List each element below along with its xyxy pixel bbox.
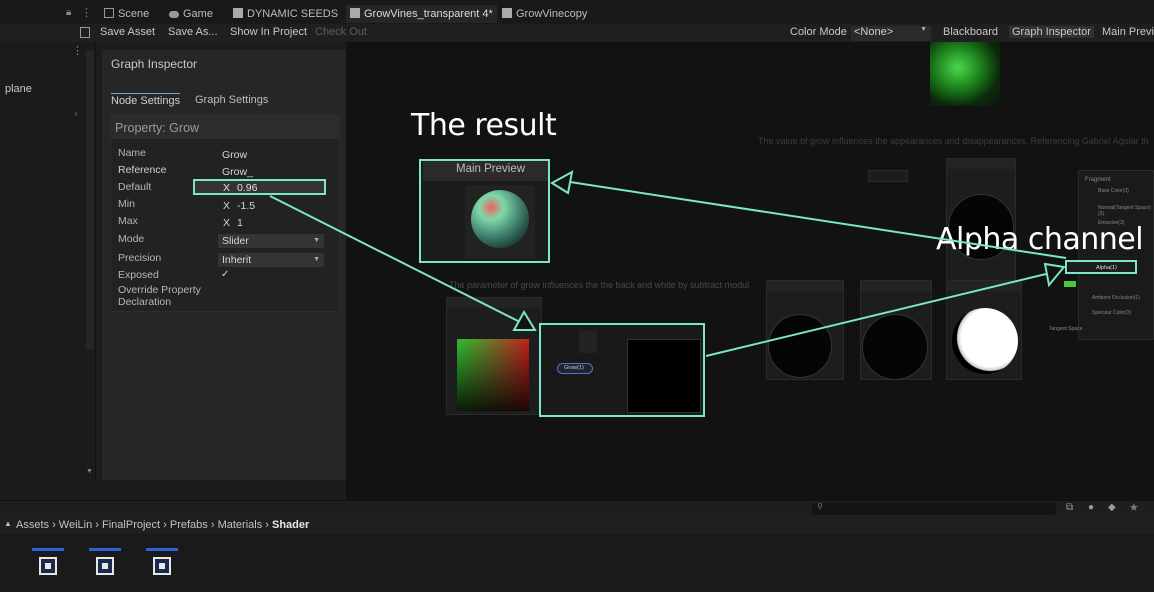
breadcrumb-item[interactable]: WeiLin (59, 519, 92, 531)
filter-icon[interactable]: ● (1088, 502, 1094, 513)
shader-asset-icon[interactable] (32, 548, 64, 586)
breadcrumb: ▲ Assets › WeiLin › FinalProject › Prefa… (0, 516, 1154, 534)
collapse-icon[interactable]: ▲ (4, 519, 12, 528)
breadcrumb-item[interactable]: Prefabs (170, 519, 208, 531)
breadcrumb-path: Assets › WeiLin › FinalProject › Prefabs… (16, 519, 310, 531)
arrow-default-to-node (269, 195, 521, 323)
breadcrumb-item[interactable]: FinalProject (102, 519, 160, 531)
breadcrumb-item[interactable]: Assets (16, 519, 49, 531)
breadcrumb-item[interactable]: Materials (218, 519, 263, 531)
asset-grid (0, 534, 1154, 592)
breadcrumb-item[interactable]: Shader (272, 519, 309, 531)
search-icon: ⚲ (817, 502, 823, 511)
tag-icon[interactable]: ◆ (1108, 502, 1116, 513)
project-toolbar: ⚲ ⧉ ● ◆ ★ (0, 500, 1154, 516)
arrow-node-to-alpha (705, 273, 1047, 357)
arrow-head (550, 170, 574, 195)
layers-icon[interactable]: ⧉ (1066, 502, 1073, 513)
shader-asset-icon[interactable] (146, 548, 178, 586)
star-icon[interactable]: ★ (1129, 501, 1139, 514)
search-input[interactable]: ⚲ (812, 502, 1056, 515)
arrow-alpha-to-result (569, 181, 1067, 259)
arrow-head (1043, 262, 1066, 288)
shader-asset-icon[interactable] (89, 548, 121, 586)
